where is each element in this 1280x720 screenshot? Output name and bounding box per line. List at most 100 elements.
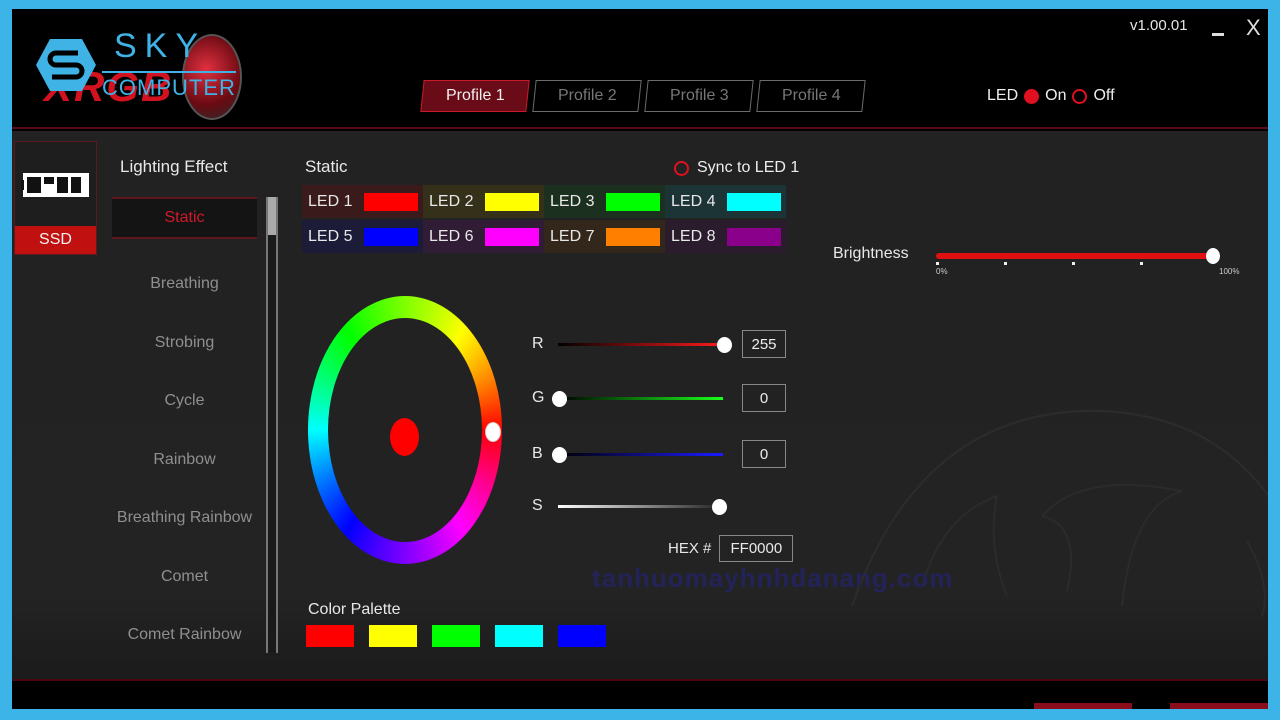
tab-profile-2[interactable]: Profile 2 [532, 80, 642, 112]
effect-item-static[interactable]: Static [112, 197, 257, 239]
sync-label: Sync to LED 1 [697, 159, 800, 176]
sync-to-led1-option[interactable]: Sync to LED 1 [674, 159, 799, 177]
lighting-effect-title: Lighting Effect [120, 157, 228, 176]
hex-input[interactable]: FF0000 [719, 535, 794, 562]
close-button[interactable]: X [1246, 15, 1261, 41]
b-label: B [532, 445, 543, 462]
tab-label: Profile 4 [781, 87, 841, 104]
sky-hexagon-icon [36, 39, 96, 91]
g-slider-row: G 0 [532, 384, 792, 412]
palette-swatch-1[interactable] [306, 625, 354, 647]
led-label: LED 6 [429, 227, 474, 245]
palette-swatch-4[interactable] [495, 625, 543, 647]
effect-item-comet[interactable]: Comet [112, 548, 257, 607]
tab-label: Profile 2 [557, 87, 617, 104]
brightness-slider[interactable]: 0% 100% [934, 243, 1244, 283]
brightness-tick [936, 262, 939, 265]
footer-button-1[interactable] [1034, 703, 1132, 709]
tab-label: Profile 3 [669, 87, 729, 104]
led-off-radio[interactable] [1072, 88, 1088, 104]
led-label: LED 4 [671, 192, 716, 210]
effect-item-breathing-rainbow[interactable]: Breathing Rainbow [112, 489, 257, 548]
g-label: G [532, 389, 545, 406]
r-label: R [532, 335, 544, 352]
brightness-tick [1004, 262, 1007, 265]
led-on-radio[interactable] [1024, 88, 1040, 104]
watermark-logo-icon [851, 409, 1268, 617]
app-window: XRGB SKY COMPUTER v1.00.01 X Profile 1 P… [12, 9, 1268, 709]
led-color-swatch[interactable] [485, 192, 540, 211]
led-color-swatch[interactable] [364, 227, 419, 246]
brightness-tick [1140, 262, 1143, 265]
brightness-knob[interactable] [1206, 248, 1220, 264]
s-slider-track[interactable] [558, 505, 723, 508]
led-label: LED 1 [308, 192, 353, 210]
b-value-input[interactable]: 0 [742, 440, 786, 468]
brightness-min-label: 0% [936, 267, 948, 276]
s-slider-knob[interactable] [712, 499, 728, 515]
hex-row: HEX # FF0000 [668, 535, 794, 562]
g-value-input[interactable]: 0 [742, 384, 786, 412]
effect-scrollbar[interactable] [266, 197, 278, 653]
r-slider-knob[interactable] [717, 337, 732, 353]
footer [12, 679, 1268, 709]
led-toggle-label: LED [987, 87, 1019, 104]
s-slider-row: S [532, 495, 792, 519]
led-color-swatch[interactable] [485, 227, 540, 246]
b-slider-row: B 0 [532, 440, 792, 468]
g-slider-knob[interactable] [552, 391, 567, 407]
effect-list: Static Breathing Strobing Cycle Rainbow … [112, 197, 257, 665]
main-panel: tanhuomayhnhdanang.com SSD Lighting Effe… [12, 131, 1268, 679]
minimize-button[interactable] [1212, 25, 1226, 36]
color-wheel-handle[interactable] [485, 422, 501, 442]
effect-item-comet-rainbow[interactable]: Comet Rainbow [112, 606, 257, 665]
watermark-text: tanhuomayhnhdanang.com [592, 563, 954, 593]
palette-swatch-3[interactable] [432, 625, 480, 647]
g-slider-track[interactable] [558, 397, 723, 400]
r-slider-track[interactable] [558, 343, 723, 346]
brightness-tick [1072, 262, 1075, 265]
led-7-item[interactable]: LED 7 [544, 220, 665, 253]
effect-item-breathing[interactable]: Breathing [112, 255, 257, 314]
effect-item-strobing[interactable]: Strobing [112, 314, 257, 373]
led-8-item[interactable]: LED 8 [665, 220, 786, 253]
led-5-item[interactable]: LED 5 [302, 220, 423, 253]
static-title: Static [305, 157, 348, 176]
led-color-swatch[interactable] [606, 227, 661, 246]
tab-profile-1[interactable]: Profile 1 [420, 80, 530, 112]
led-3-item[interactable]: LED 3 [544, 185, 665, 218]
palette-swatch-5[interactable] [558, 625, 606, 647]
profile-tabs: Profile 1 Profile 2 Profile 3 Profile 4 [420, 80, 866, 112]
brand-logo: XRGB SKY COMPUTER [22, 19, 252, 120]
sync-radio[interactable] [674, 160, 689, 176]
led-color-swatch[interactable] [727, 192, 782, 211]
led-color-swatch[interactable] [606, 192, 661, 211]
r-value-input[interactable]: 255 [742, 330, 786, 358]
led-color-swatch[interactable] [727, 227, 782, 246]
b-slider-track[interactable] [558, 453, 723, 456]
brightness-track[interactable] [936, 253, 1212, 259]
led-6-item[interactable]: LED 6 [423, 220, 544, 253]
effect-item-rainbow[interactable]: Rainbow [112, 431, 257, 490]
palette-swatch-2[interactable] [369, 625, 417, 647]
led-4-item[interactable]: LED 4 [665, 185, 786, 218]
led-label: LED 5 [308, 227, 353, 245]
b-slider-knob[interactable] [552, 447, 567, 463]
color-wheel[interactable] [308, 296, 502, 564]
r-slider-row: R 255 [532, 330, 792, 358]
footer-button-2[interactable] [1170, 703, 1268, 709]
logo-computer-text: COMPUTER [102, 71, 236, 101]
led-2-item[interactable]: LED 2 [423, 185, 544, 218]
led-off-label: Off [1093, 87, 1115, 104]
tab-profile-4[interactable]: Profile 4 [756, 80, 866, 112]
ssd-icon [21, 173, 89, 197]
tab-profile-3[interactable]: Profile 3 [644, 80, 754, 112]
effect-item-cycle[interactable]: Cycle [112, 372, 257, 431]
device-ssd[interactable]: SSD [14, 141, 97, 255]
tab-label: Profile 1 [445, 87, 505, 104]
led-color-swatch[interactable] [364, 192, 419, 211]
led-1-item[interactable]: LED 1 [302, 185, 423, 218]
scrollbar-thumb[interactable] [268, 197, 276, 235]
header: XRGB SKY COMPUTER v1.00.01 X Profile 1 P… [12, 9, 1268, 129]
hex-label: HEX # [668, 540, 712, 557]
